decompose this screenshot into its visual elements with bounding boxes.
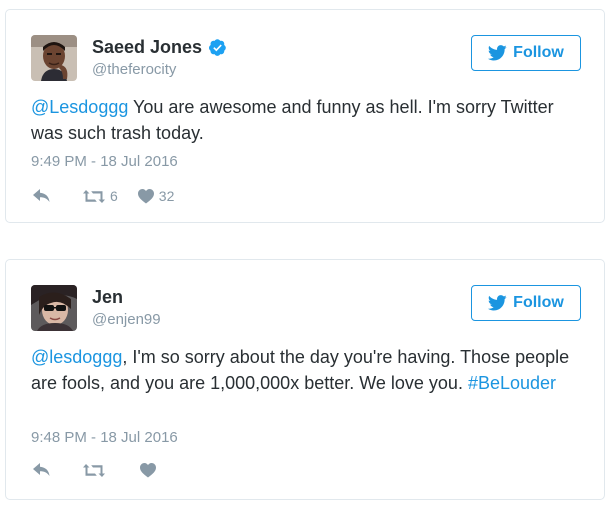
hashtag-link[interactable]: #BeLouder [468, 373, 556, 393]
timestamp-link[interactable]: 9:49 PM - 18 Jul 2016 [31, 153, 178, 170]
follow-label: Follow [513, 294, 564, 311]
reply-icon [33, 463, 50, 476]
like-count: 32 [158, 188, 175, 204]
like-button[interactable]: 32 [137, 188, 175, 204]
bird-icon [488, 45, 507, 61]
avatar[interactable] [31, 285, 77, 331]
heart-icon [140, 463, 156, 478]
handle[interactable]: @theferocity [92, 61, 176, 78]
verified-badge-icon [209, 39, 226, 56]
tweet-card: Jen @enjen99 Follow @lesdoggg, I'm so so… [5, 259, 605, 500]
display-name[interactable]: Jen [92, 287, 123, 308]
like-button[interactable] [140, 463, 161, 478]
retweet-button[interactable]: 6 [83, 188, 118, 204]
display-name[interactable]: Saeed Jones [92, 37, 202, 58]
follow-label: Follow [513, 44, 564, 61]
follow-button[interactable]: Follow [471, 285, 581, 321]
tweet-text: @Lesdoggg You are awesome and funny as h… [31, 94, 584, 146]
tweet-text: @lesdoggg, I'm so sorry about the day yo… [31, 344, 584, 396]
tweet-actions [33, 463, 161, 478]
retweet-button[interactable] [83, 463, 110, 478]
mention-link[interactable]: @Lesdoggg [31, 97, 128, 117]
retweet-icon [83, 189, 105, 203]
retweet-count: 6 [110, 188, 118, 204]
handle[interactable]: @enjen99 [92, 311, 161, 328]
reply-button[interactable] [33, 188, 53, 204]
follow-button[interactable]: Follow [471, 35, 581, 71]
reply-icon [33, 188, 50, 202]
reply-button[interactable] [33, 463, 53, 478]
bird-icon [488, 295, 507, 311]
tweet-actions: 6 32 [33, 188, 174, 204]
avatar[interactable] [31, 35, 77, 81]
mention-link[interactable]: @lesdoggg [31, 347, 122, 367]
timestamp-link[interactable]: 9:48 PM - 18 Jul 2016 [31, 429, 178, 446]
retweet-icon [83, 464, 105, 477]
tweet-card: Saeed Jones @theferocity Follow @Lesdogg… [5, 9, 605, 223]
heart-icon [137, 188, 154, 203]
